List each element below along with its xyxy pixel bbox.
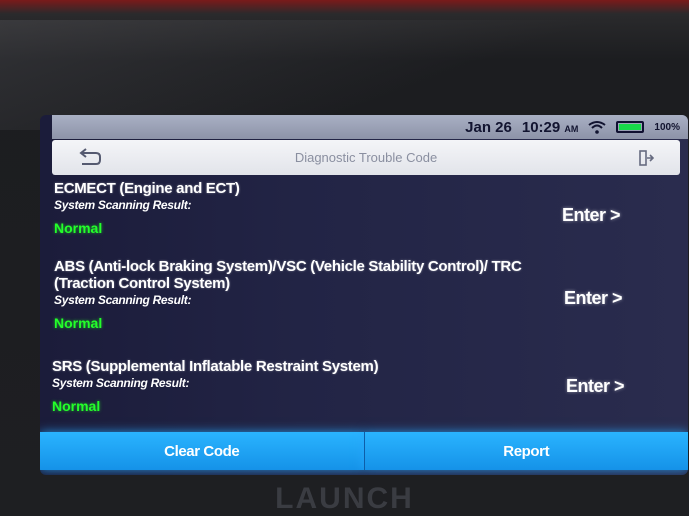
status-date: Jan 26 (465, 118, 512, 136)
status-time: 10:29 AM (521, 118, 579, 136)
exit-icon[interactable] (638, 150, 654, 166)
clear-code-button[interactable]: Clear Code (40, 432, 364, 470)
list-item[interactable]: ECMECT (Engine and ECT) System Scanning … (54, 180, 524, 236)
device-screen: Jan 26 10:29 AM 100% Diagnostic Trouble … (40, 115, 688, 475)
brand-logo: LAUNCH (275, 482, 414, 515)
back-arrow-icon[interactable] (74, 147, 104, 169)
page-title: Diagnostic Trouble Code (294, 150, 438, 165)
wifi-icon (588, 121, 607, 134)
list-item[interactable]: SRS (Supplemental Inflatable Restraint S… (52, 358, 522, 414)
item-title: ECMECT (Engine and ECT) (54, 180, 240, 197)
item-title: SRS (Supplemental Inflatable Restraint S… (52, 358, 379, 375)
item-subtitle: System Scanning Result: (54, 293, 192, 307)
battery-percentage: 100% (654, 121, 680, 133)
status-badge: Normal (54, 220, 103, 236)
item-title: ABS (Anti-lock Braking System)/VSC (Vehi… (54, 258, 522, 292)
report-button[interactable]: Report (363, 432, 688, 470)
bottom-toolbar: Clear Code Report (40, 432, 688, 470)
status-badge: Normal (52, 398, 101, 414)
status-bar: Jan 26 10:29 AM 100% (52, 115, 688, 139)
item-subtitle: System Scanning Result: (54, 198, 192, 212)
status-badge: Normal (54, 315, 103, 331)
enter-button[interactable]: Enter > (564, 288, 623, 309)
list-item[interactable]: ABS (Anti-lock Braking System)/VSC (Vehi… (54, 258, 534, 331)
item-subtitle: System Scanning Result: (52, 376, 190, 390)
enter-button[interactable]: Enter > (562, 205, 621, 226)
screen-glare (0, 20, 689, 130)
title-bar: Diagnostic Trouble Code (52, 140, 680, 175)
battery-icon (616, 121, 645, 133)
status-ampm: AM (564, 123, 579, 134)
enter-button[interactable]: Enter > (566, 376, 625, 397)
battery-fill (619, 124, 642, 130)
